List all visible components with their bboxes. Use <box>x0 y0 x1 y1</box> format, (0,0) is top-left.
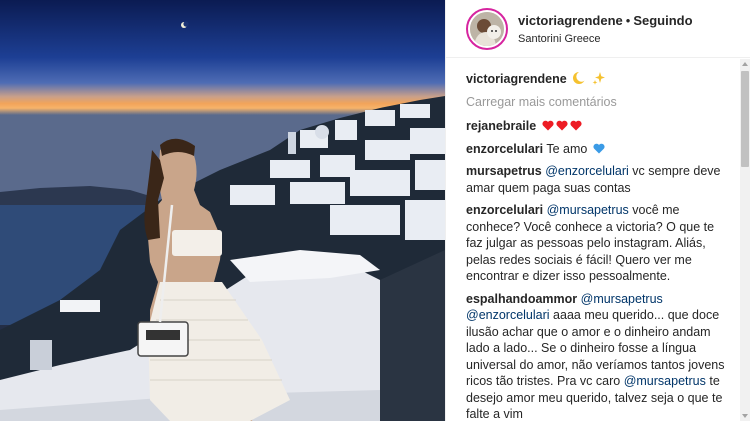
crescent-moon-icon <box>573 71 587 84</box>
story-ring[interactable] <box>466 7 508 50</box>
comment-item: enzorcelulari Te amo <box>466 141 727 158</box>
blue-heart-icon <box>593 143 605 153</box>
comment-item: espalhandoammor @mursapetrus @enzorcelul… <box>466 291 727 421</box>
scrollbar-thumb[interactable] <box>741 71 749 167</box>
comments-scrollbar[interactable] <box>740 59 750 421</box>
comment-text: Te amo <box>546 141 588 156</box>
header-username[interactable]: victoriagrendene <box>518 13 623 28</box>
post-header-text: victoriagrendene • Seguindo Santorini Gree… <box>518 13 693 45</box>
comment-username[interactable]: enzorcelulari <box>466 142 543 156</box>
comment-mention[interactable]: @enzorcelulari <box>545 164 629 178</box>
comment-username[interactable]: espalhandoammor <box>466 292 577 306</box>
follow-button[interactable]: Seguindo <box>633 13 692 28</box>
header-separator: • <box>625 12 631 28</box>
comment-item: rejanebraile <box>466 118 727 135</box>
comment-mention[interactable]: @mursapetrus <box>624 374 706 388</box>
comment-username[interactable]: enzorcelulari <box>466 203 543 217</box>
post-side-panel: victoriagrendene • Seguindo Santorini Gree… <box>445 0 750 421</box>
comment-username[interactable]: mursapetrus <box>466 164 542 178</box>
location-link[interactable]: Santorini Greece <box>518 33 693 45</box>
comment-item: mursapetrus @enzorcelulari vc sempre dev… <box>466 163 727 196</box>
red-heart-icon <box>556 120 568 131</box>
red-heart-icon <box>570 120 582 131</box>
comment-mention[interactable]: @mursapetrus <box>547 203 629 217</box>
comment-mention[interactable]: @mursapetrus <box>581 292 663 306</box>
avatar[interactable] <box>470 11 504 46</box>
post-header: victoriagrendene • Seguindo Santorini Gree… <box>446 0 750 58</box>
comments-list: victoriagrendene Carregar mais comentári… <box>446 59 741 421</box>
comment-item: enzorcelulari @mursapetrus você me conhe… <box>466 202 727 285</box>
caption-username[interactable]: victoriagrendene <box>466 72 567 86</box>
caption: victoriagrendene <box>466 71 727 88</box>
scroll-up-arrow-icon[interactable] <box>740 59 750 69</box>
santorini-sunset-image <box>0 0 445 421</box>
sparkles-icon <box>592 72 605 85</box>
load-more-comments-button[interactable]: Carregar mais comentários <box>466 94 727 111</box>
comment-username[interactable]: rejanebraile <box>466 119 536 133</box>
post-photo[interactable] <box>0 0 445 421</box>
red-heart-icon <box>542 120 554 131</box>
comment-mention[interactable]: @enzorcelulari <box>466 308 550 322</box>
avatar-image <box>470 11 504 46</box>
scroll-down-arrow-icon[interactable] <box>740 411 750 421</box>
